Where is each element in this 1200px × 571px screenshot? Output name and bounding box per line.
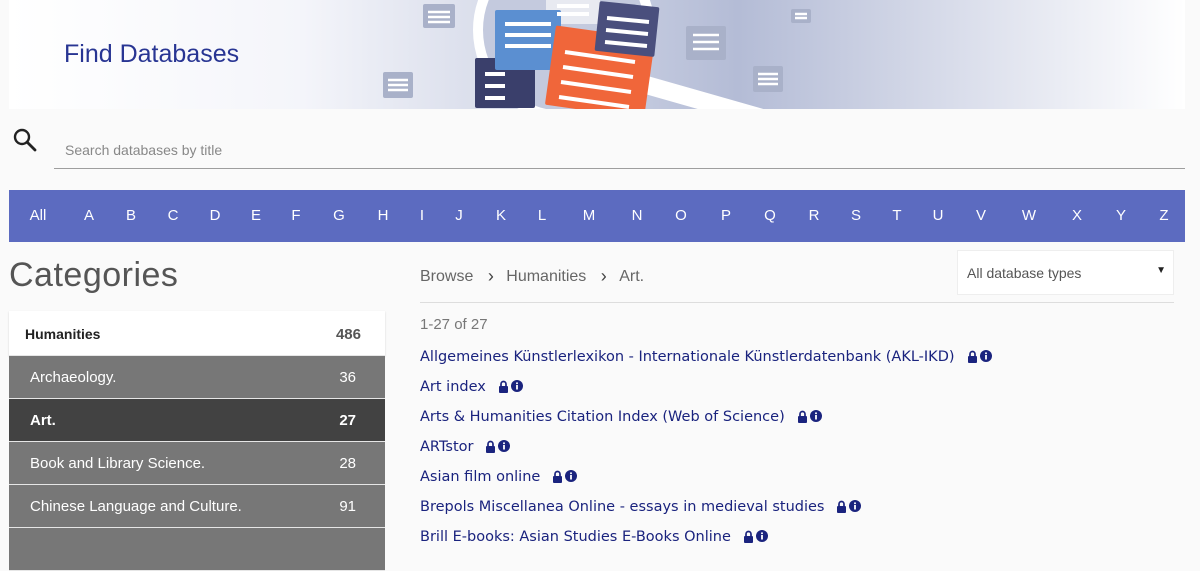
database-type-select[interactable]: All database types ▼ — [957, 250, 1174, 295]
chevron-right-icon: › — [487, 266, 494, 286]
caret-down-icon: ▼ — [1156, 265, 1166, 276]
database-result: Allgemeines Künstlerlexikon - Internatio… — [420, 342, 992, 372]
alphabet-letter-t[interactable]: T — [892, 207, 901, 224]
alphabet-letter-b[interactable]: B — [126, 207, 136, 224]
info-icon[interactable] — [510, 380, 523, 394]
category-item-chinese-language[interactable]: Chinese Language and Culture. 91 — [9, 485, 385, 528]
alphabet-letter-e[interactable]: E — [251, 207, 261, 224]
alphabet-letter-p[interactable]: P — [721, 207, 731, 224]
search-icon[interactable] — [12, 127, 38, 153]
database-result: Brill E-books: Asian Studies E-Books Onl… — [420, 522, 992, 552]
category-item-book-library-science[interactable]: Book and Library Science. 28 — [9, 442, 385, 485]
lock-icon — [498, 380, 509, 394]
breadcrumb-humanities[interactable]: Humanities — [506, 268, 586, 286]
database-result: Asian film online — [420, 462, 992, 492]
divider — [420, 302, 1174, 303]
lock-icon — [797, 410, 808, 424]
results-list: Allgemeines Künstlerlexikon - Internatio… — [420, 342, 992, 552]
info-icon[interactable] — [498, 440, 511, 454]
breadcrumb: Browse › Humanities › Art. — [420, 266, 644, 287]
info-icon[interactable] — [979, 350, 992, 364]
search-input[interactable] — [54, 131, 1185, 169]
category-item-art[interactable]: Art. 27 — [9, 399, 385, 442]
results-count: 1-27 of 27 — [420, 316, 488, 333]
alphabet-letter-o[interactable]: O — [675, 207, 687, 224]
category-count: 28 — [339, 455, 356, 472]
database-type-value: All database types — [967, 265, 1082, 281]
alphabet-letter-q[interactable]: Q — [764, 207, 776, 224]
lock-icon — [485, 440, 496, 454]
lock-icon — [836, 500, 847, 514]
alphabet-letter-s[interactable]: S — [851, 207, 861, 224]
alphabet-letter-d[interactable]: D — [210, 207, 221, 224]
alphabet-letter-a[interactable]: A — [84, 207, 94, 224]
database-result: Arts & Humanities Citation Index (Web of… — [420, 402, 992, 432]
category-label: Art. — [30, 412, 56, 429]
alphabet-letter-y[interactable]: Y — [1116, 207, 1126, 224]
database-result: Art index — [420, 372, 992, 402]
breadcrumb-browse[interactable]: Browse — [420, 268, 473, 286]
category-label: Humanities — [25, 326, 101, 342]
categories-heading: Categories — [9, 256, 179, 294]
category-list: Humanities 486 Archaeology. 36 Art. 27 B… — [9, 311, 385, 571]
category-label: Chinese Language and Culture. — [30, 498, 242, 515]
breadcrumb-current: Art. — [619, 267, 645, 285]
alphabet-letter-i[interactable]: I — [420, 207, 424, 224]
database-link[interactable]: Art index — [420, 379, 486, 395]
alphabet-letter-h[interactable]: H — [378, 207, 389, 224]
category-count: 27 — [339, 412, 356, 429]
alphabet-letter-k[interactable]: K — [496, 207, 506, 224]
database-link[interactable]: ARTstor — [420, 439, 473, 455]
alphabet-letter-n[interactable]: N — [632, 207, 643, 224]
database-result: Brepols Miscellanea Online - essays in m… — [420, 492, 992, 522]
database-link[interactable]: Arts & Humanities Citation Index (Web of… — [420, 409, 785, 425]
database-link[interactable]: Allgemeines Künstlerlexikon - Internatio… — [420, 349, 955, 365]
alphabet-letter-c[interactable]: C — [168, 207, 179, 224]
alphabet-letter-w[interactable]: W — [1022, 207, 1036, 224]
banner-illustration — [383, 0, 811, 109]
alphabet-nav: All A B C D E F G H I J K L M N O P Q R S T U V W X Y Z — [9, 190, 1185, 242]
info-icon[interactable] — [849, 500, 862, 514]
category-count: 36 — [339, 369, 356, 386]
category-count: 91 — [339, 498, 356, 515]
lock-icon — [967, 350, 978, 364]
alphabet-letter-z[interactable]: Z — [1159, 207, 1168, 224]
category-item-next[interactable] — [9, 528, 385, 571]
category-label: Archaeology. — [30, 369, 117, 386]
alphabet-letter-x[interactable]: X — [1072, 207, 1082, 224]
database-link[interactable]: Asian film online — [420, 469, 540, 485]
chevron-right-icon: › — [600, 266, 607, 286]
alphabet-letter-r[interactable]: R — [809, 207, 820, 224]
alphabet-letter-all[interactable]: All — [30, 207, 47, 224]
category-label: Book and Library Science. — [30, 455, 206, 472]
alphabet-letter-u[interactable]: U — [933, 207, 944, 224]
alphabet-letter-f[interactable]: F — [291, 207, 300, 224]
alphabet-letter-j[interactable]: J — [455, 207, 463, 224]
category-item-archaeology[interactable]: Archaeology. 36 — [9, 356, 385, 399]
alphabet-letter-l[interactable]: L — [538, 207, 546, 224]
info-icon[interactable] — [565, 470, 578, 484]
category-count: 486 — [335, 326, 361, 343]
database-link[interactable]: Brill E-books: Asian Studies E-Books Onl… — [420, 529, 731, 545]
alphabet-letter-g[interactable]: G — [333, 207, 345, 224]
database-link[interactable]: Brepols Miscellanea Online - essays in m… — [420, 499, 824, 515]
info-icon[interactable] — [809, 410, 822, 424]
alphabet-letter-v[interactable]: V — [976, 207, 986, 224]
alphabet-letter-m[interactable]: M — [583, 207, 596, 224]
header-banner: Find Databases — [9, 0, 1185, 109]
database-result: ARTstor — [420, 432, 992, 462]
lock-icon — [552, 470, 563, 484]
category-item-humanities[interactable]: Humanities 486 — [9, 311, 385, 356]
